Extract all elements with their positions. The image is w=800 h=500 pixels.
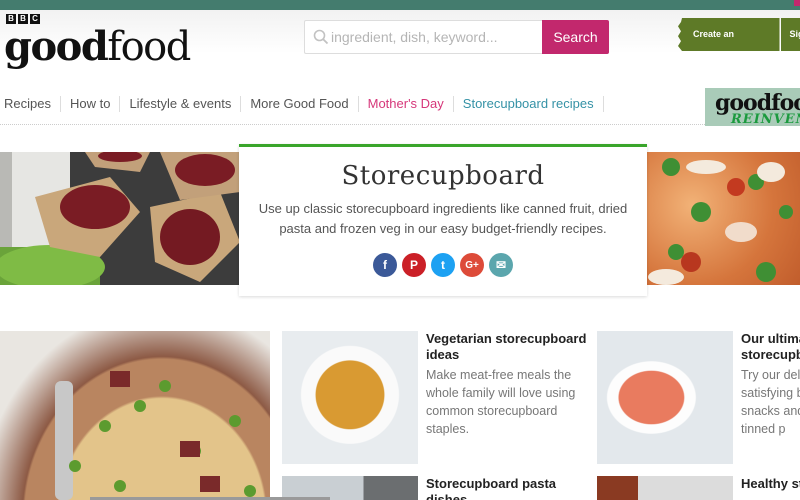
featured-image-risotto[interactable] (0, 331, 270, 500)
twitter-icon[interactable]: t (431, 253, 455, 277)
top-bar (0, 0, 800, 10)
page-description: Use up classic storecupboard ingredients… (258, 201, 628, 236)
tortilla-beans-image (0, 152, 240, 285)
page-title: Storecupboard (341, 161, 545, 191)
collection-item[interactable]: Storecupboard pasta dishes (426, 476, 596, 500)
account-actions: Create an account Sign in (678, 18, 800, 51)
category-header-card: Storecupboard Use up classic storecupboa… (239, 144, 647, 296)
site-header: B B C goodfood Search Create an account … (0, 10, 800, 82)
search-form: Search (304, 20, 609, 54)
top-bar-accent (794, 0, 800, 6)
collection-thumb-healthy[interactable] (597, 476, 733, 500)
collection-title[interactable]: Storecupboard pasta dishes (426, 476, 596, 500)
collection-description: Try our delicious, satisfying bakes, sna… (741, 368, 800, 436)
create-account-button[interactable]: Create an account (678, 18, 780, 51)
google-plus-icon[interactable]: G+ (460, 253, 484, 277)
risotto-peas-image (55, 371, 256, 500)
bbc-good-food-logo[interactable]: B B C goodfood (4, 12, 194, 70)
logo-food: food (107, 24, 191, 70)
collection-item[interactable]: Vegetarian storecupboard ideas Make meat… (426, 331, 596, 438)
collection-description: Make meat-free meals the whole family wi… (426, 368, 576, 436)
magazine-promo[interactable]: goodfood REINVENT (705, 88, 800, 126)
seafood-paella-image (648, 158, 793, 285)
search-input[interactable] (331, 21, 539, 53)
collection-thumb-vegetarian[interactable] (282, 331, 418, 464)
share-buttons: f P t G+ ✉ (239, 253, 647, 277)
hero-image-left (0, 152, 240, 285)
collection-item[interactable]: Healthy storecupboard meals (741, 476, 800, 500)
nav-item-mothers-day[interactable]: Mother's Day (359, 96, 454, 112)
pinterest-icon[interactable]: P (402, 253, 426, 277)
nav-divider (0, 124, 705, 125)
collection-item[interactable]: Our ultimate storecupboard Try our delic… (741, 331, 800, 438)
sign-in-button[interactable]: Sign in (780, 18, 800, 51)
search-field[interactable] (304, 20, 542, 54)
nav-item-lifestyle-events[interactable]: Lifestyle & events (120, 96, 242, 112)
nav-item-more-good-food[interactable]: More Good Food (241, 96, 359, 112)
logo-good: good (4, 23, 109, 70)
search-button[interactable]: Search (542, 20, 609, 54)
email-icon[interactable]: ✉ (489, 253, 513, 277)
facebook-icon[interactable]: f (373, 253, 397, 277)
collection-title[interactable]: Our ultimate storecupboard (741, 331, 800, 363)
hero-image-right (646, 152, 800, 285)
logo-wordmark: goodfood (4, 22, 191, 72)
nav-item-how-to[interactable]: How to (61, 96, 121, 112)
nav-item-storecupboard[interactable]: Storecupboard recipes (454, 96, 604, 112)
collection-thumb-ultimate[interactable] (597, 331, 733, 464)
main-nav: Recipes How to Lifestyle & events More G… (0, 92, 604, 116)
nav-item-recipes[interactable]: Recipes (0, 96, 61, 112)
magazine-tagline: REINVENT (731, 112, 800, 126)
collection-title[interactable]: Healthy storecupboard meals (741, 476, 800, 492)
search-icon (313, 29, 329, 45)
collection-title[interactable]: Vegetarian storecupboard ideas (426, 331, 596, 363)
